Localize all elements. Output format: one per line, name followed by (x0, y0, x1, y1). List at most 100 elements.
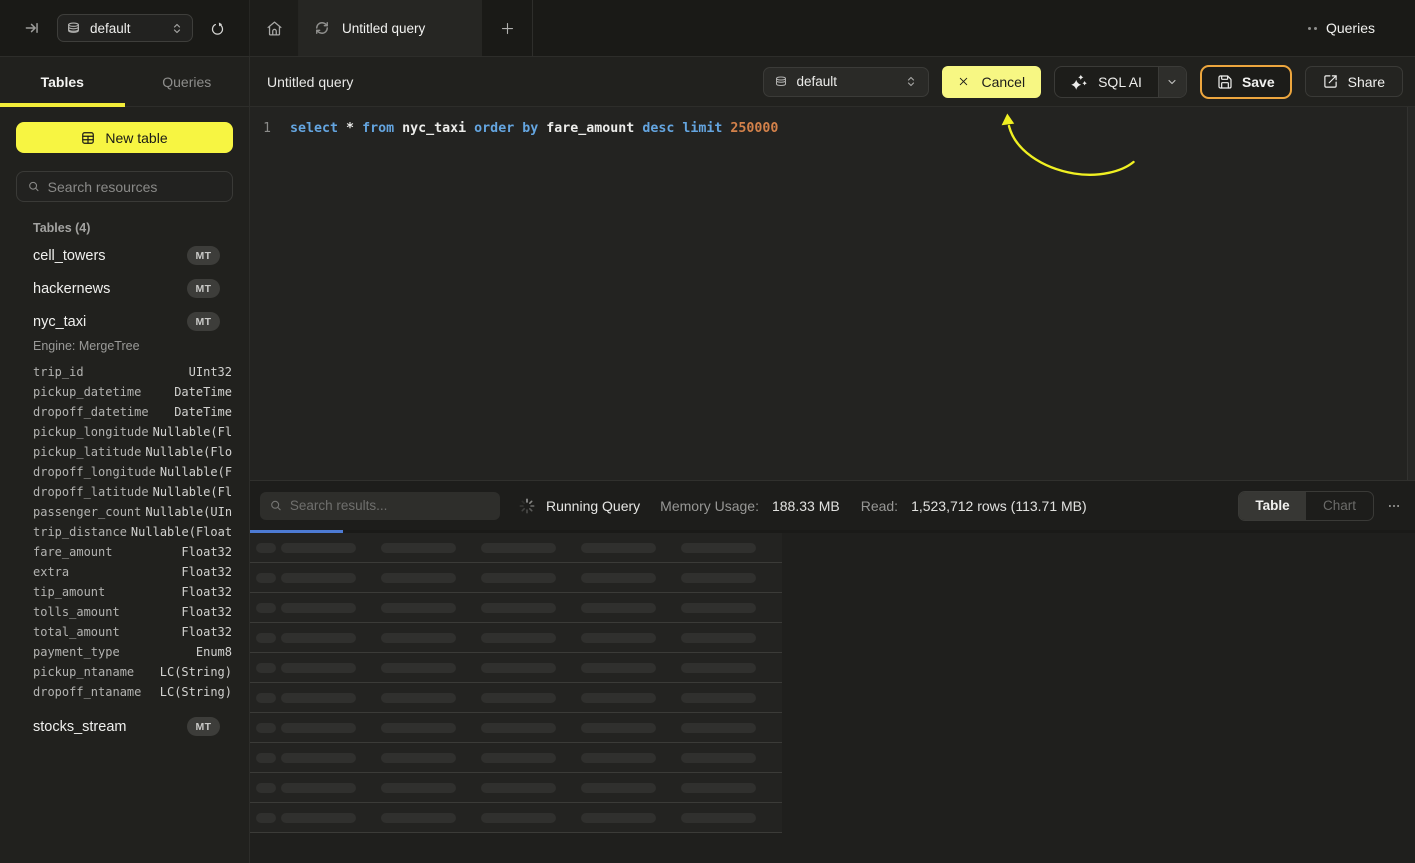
skeleton-cell (581, 723, 656, 733)
skeleton-cell (481, 753, 556, 763)
sql-editor[interactable]: 1 select * from nyc_taxi order by fare_a… (250, 107, 1415, 480)
skeleton-row (250, 683, 782, 713)
column-name: pickup_latitude (33, 442, 141, 462)
toolbar-actions: default Cancel (763, 65, 1404, 99)
toggle-table[interactable]: Table (1239, 492, 1306, 520)
columns-list: trip_id UInt32 pickup_datetime DateTime … (33, 362, 232, 702)
tables-list: cell_towers MT hackernews MT nyc_taxi MT… (33, 239, 232, 743)
plus-icon (500, 21, 515, 36)
queries-label: Queries (1326, 20, 1375, 36)
skeleton-row (250, 713, 782, 743)
new-tab-button[interactable] (482, 0, 532, 56)
column-name: dropoff_ntaname (33, 682, 141, 702)
skeleton-cell (481, 663, 556, 673)
toolbar-database-select[interactable]: default (763, 67, 929, 97)
table-list-item[interactable]: stocks_stream MT (33, 710, 232, 743)
refresh-button[interactable] (206, 17, 228, 39)
skeleton-cell (581, 633, 656, 643)
column-name: fare_amount (33, 542, 112, 562)
skeleton-cell (256, 543, 276, 553)
skeleton-cell (381, 783, 456, 793)
column-row: dropoff_ntaname LC(String) (33, 682, 232, 702)
topbar-database-select[interactable]: default (57, 14, 193, 42)
column-row: dropoff_datetime DateTime (33, 402, 232, 422)
skeleton-cell (256, 573, 276, 583)
home-icon (266, 20, 283, 37)
share-button[interactable]: Share (1305, 66, 1403, 97)
skeleton-cell (581, 693, 656, 703)
skeleton-cell (681, 753, 756, 763)
memory-usage-value: 188.33 MB (772, 498, 840, 514)
sql-code: select * from nyc_taxi order by fare_amo… (290, 121, 1415, 136)
skeleton-cell (381, 693, 456, 703)
topbar: default (0, 0, 1415, 57)
skeleton-cell (481, 603, 556, 613)
toolbar-database-value: default (797, 74, 896, 89)
table-engine-badge: MT (187, 279, 220, 298)
skeleton-cell (481, 543, 556, 553)
tab-untitled-query[interactable]: Untitled query (299, 0, 482, 56)
table-icon (81, 131, 95, 145)
column-type: Nullable(Float64) (160, 462, 232, 482)
save-button[interactable]: Save (1200, 65, 1292, 99)
sql-ai-dropdown-button[interactable] (1158, 67, 1186, 97)
toggle-chart[interactable]: Chart (1306, 492, 1373, 520)
skeleton-cell (256, 723, 276, 733)
skeleton-cell (381, 753, 456, 763)
read-stat: Read: 1,523,712 rows (113.71 MB) (861, 498, 1087, 514)
column-type: Float32 (181, 562, 232, 582)
dot (1308, 27, 1311, 30)
skeleton-row (250, 563, 782, 593)
search-resources-input[interactable] (48, 179, 221, 195)
results-menu-button[interactable] (1387, 499, 1401, 513)
refresh-icon (210, 21, 225, 36)
table-engine-detail: Engine: MergeTree (33, 339, 232, 353)
tab-label: Untitled query (342, 21, 425, 36)
code-line: 1 select * from nyc_taxi order by fare_a… (250, 107, 1415, 127)
table-engine-badge: MT (187, 717, 220, 736)
table-list-item[interactable]: nyc_taxi MT (33, 305, 232, 338)
skeleton-cell (681, 663, 756, 673)
queries-button[interactable]: Queries (1308, 20, 1375, 36)
cancel-button[interactable]: Cancel (942, 66, 1042, 98)
skeleton-cell (256, 753, 276, 763)
skeleton-cell (681, 813, 756, 823)
skeleton-cell (481, 573, 556, 583)
column-name: passenger_count (33, 502, 141, 522)
column-row: trip_distance Nullable(Float64) (33, 522, 232, 542)
table-list-item[interactable]: hackernews MT (33, 272, 232, 305)
sidebar-tab-queries[interactable]: Queries (125, 57, 250, 106)
read-label: Read: (861, 498, 898, 514)
skeleton-cell (481, 783, 556, 793)
sql-ai-label: SQL AI (1098, 74, 1142, 90)
search-results-input[interactable] (290, 498, 490, 513)
results-panel: Running Query Memory Usage: 188.33 MB Re… (250, 480, 1415, 863)
sql-ai-main-button[interactable]: SQL AI (1055, 67, 1158, 97)
skeleton-row (250, 803, 782, 833)
editor-scrollbar[interactable] (1407, 107, 1415, 480)
skeleton-cell (256, 813, 276, 823)
table-list-item[interactable]: cell_towers MT (33, 239, 232, 272)
home-tab[interactable] (250, 0, 299, 56)
new-table-button[interactable]: New table (16, 122, 233, 153)
save-icon (1217, 74, 1233, 90)
skeleton-cell (281, 723, 356, 733)
skeleton-cell (681, 573, 756, 583)
search-icon (270, 499, 282, 512)
skeleton-cell (481, 693, 556, 703)
skeleton-cell (381, 543, 456, 553)
skeleton-cell (281, 663, 356, 673)
spinner-icon (519, 498, 535, 514)
column-row: passenger_count Nullable(UInt8) (33, 502, 232, 522)
skeleton-cell (281, 813, 356, 823)
collapse-sidebar-button[interactable] (22, 18, 42, 38)
skeleton-cell (681, 693, 756, 703)
column-row: tolls_amount Float32 (33, 602, 232, 622)
column-type: Nullable(Float64) (153, 422, 232, 442)
chevron-down-icon (1166, 76, 1178, 88)
line-number: 1 (250, 121, 271, 136)
dot (1314, 27, 1317, 30)
table-engine-badge: MT (187, 312, 220, 331)
skeleton-cell (681, 783, 756, 793)
sidebar-tab-tables[interactable]: Tables (0, 57, 125, 106)
